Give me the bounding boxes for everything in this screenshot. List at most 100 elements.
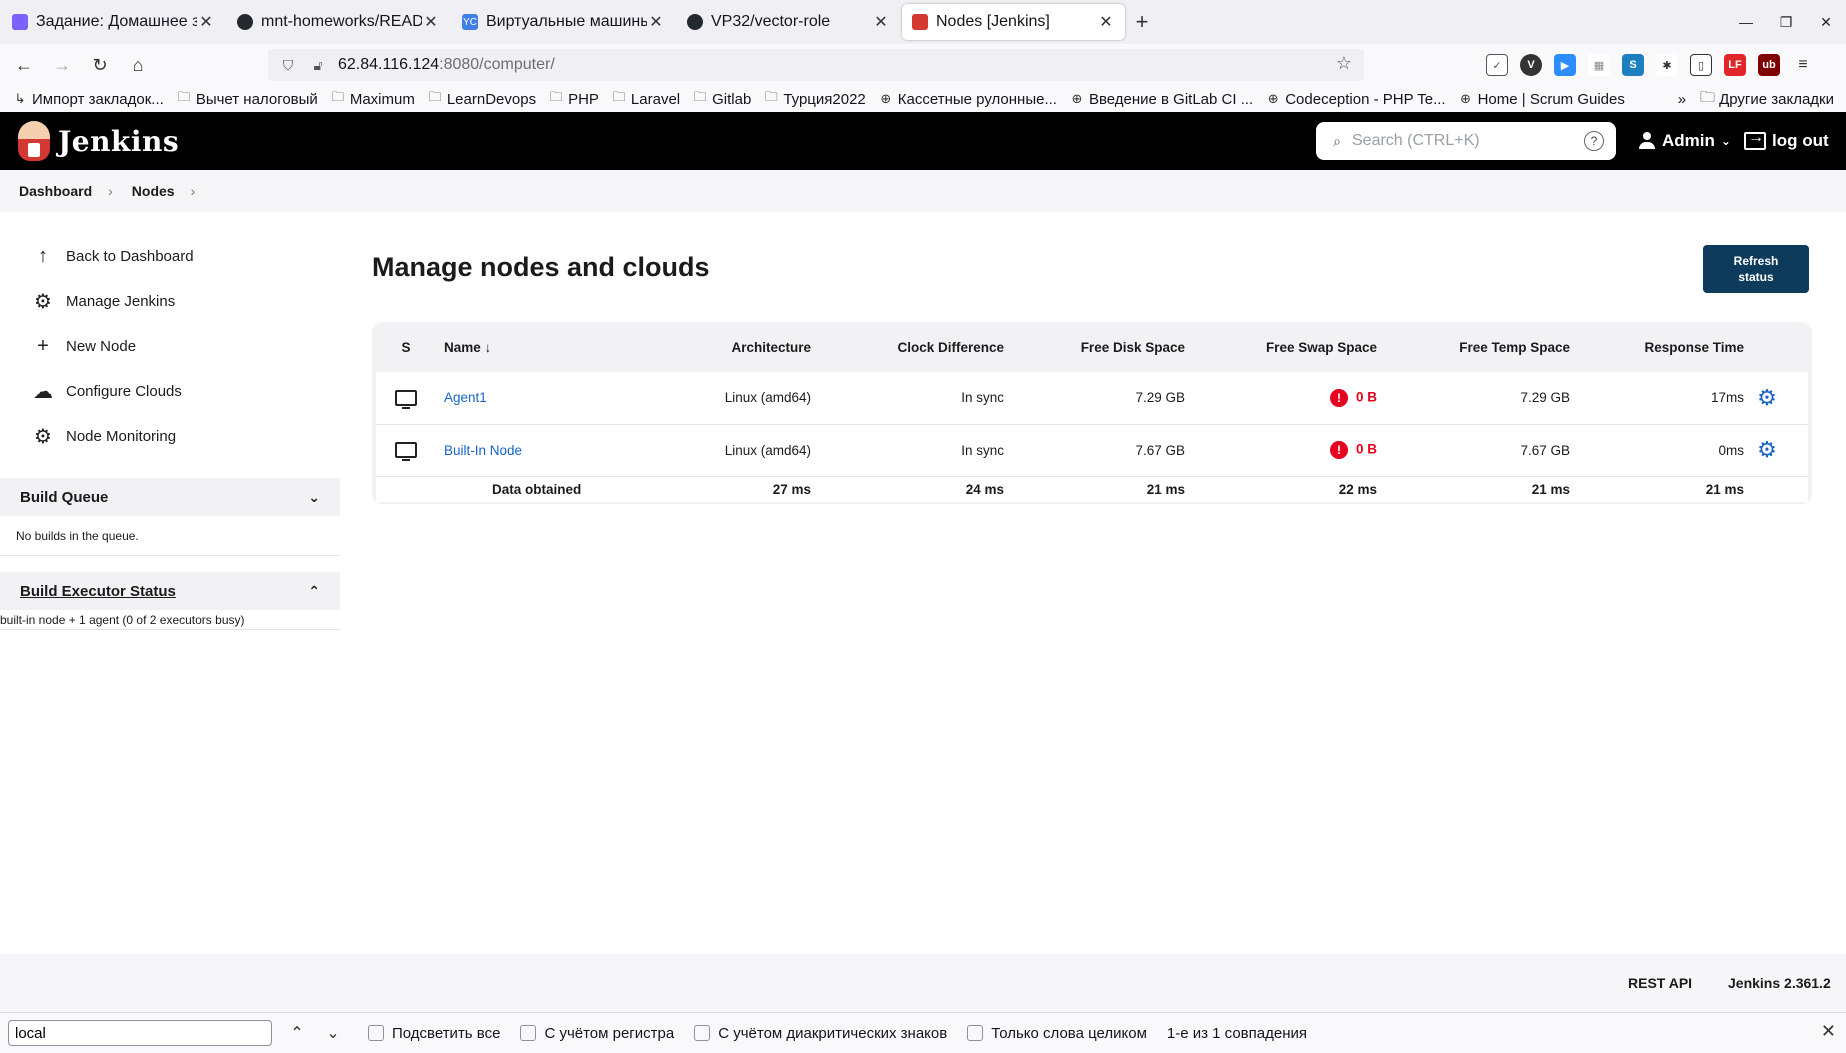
refresh-status-button[interactable]: Refresh status [1703,245,1809,293]
cell-temp: 7.29 GB [1377,372,1570,425]
forward-icon[interactable]: → [44,47,80,83]
rest-api-link[interactable]: REST API [1628,975,1692,991]
chevron-down-icon[interactable]: ⌄ [308,489,320,506]
col-header-architecture[interactable]: Architecture [661,322,811,372]
col-header-config [1744,322,1808,372]
build-queue-body: No builds in the queue. [0,516,340,556]
close-tab-icon[interactable]: ✕ [872,12,890,32]
bookmark-star-icon[interactable]: ☆ [1336,53,1352,74]
grid-extension-icon[interactable]: ▦ [1588,54,1610,76]
configure-gear-icon[interactable]: ⚙ [1756,437,1778,462]
bookmark-folder[interactable]: 🗀︎ Gitlab [692,89,752,108]
bookmark-item[interactable]: ⊕ Введение в GitLab CI ... [1069,91,1254,108]
address-bar[interactable]: ⛉ 🔓︎ 62.84.116.124:8080/computer/ ☆ [268,49,1364,81]
build-queue-header[interactable]: Build Queue ⌄ [0,478,340,516]
logout-link[interactable]: log out [1744,112,1829,170]
table-footer-row: Data obtained 27 ms 24 ms 21 ms 22 ms 21… [376,476,1808,502]
other-bookmarks[interactable]: Другие закладки [1719,91,1834,108]
bookmark-item[interactable]: ↳ Импорт закладок... [12,91,164,108]
close-tab-icon[interactable]: ✕ [1097,12,1115,32]
bookmark-folder[interactable]: 🗀︎ Maximum [330,89,415,108]
yandex-cloud-icon: YC [462,14,478,30]
close-window-icon[interactable]: ✕ [1806,0,1846,44]
browser-tab[interactable]: YC Виртуальные машины | ✕ [452,4,675,40]
node-link-built-in[interactable]: Built-In Node [444,443,522,458]
reader-extension-icon[interactable]: ▯ [1690,54,1712,76]
bookmark-folder[interactable]: 🗀︎ Laravel [611,89,680,108]
build-executor-link[interactable]: Build Executor Status [20,583,176,600]
sidebar-item-new-node[interactable]: + New Node [0,324,340,369]
browser-tab[interactable]: Задание: Домашнее зад ✕ [2,4,225,40]
vpn-extension-icon[interactable]: V [1520,54,1542,76]
bookmark-folder[interactable]: 🗀︎ Вычет налоговый [176,89,318,108]
zoom-extension-icon[interactable]: ▶ [1554,54,1576,76]
close-tab-icon[interactable]: ✕ [197,12,215,32]
breadcrumb-nodes[interactable]: Nodes [132,183,175,199]
bookmark-folder[interactable]: 🗀︎ LearnDevops [427,89,536,108]
col-header-temp[interactable]: Free Temp Space [1377,322,1570,372]
close-find-bar-icon[interactable]: ✕ [1821,1021,1836,1042]
browser-nav-bar: ← → ↻ ⌂ ⛉ 🔓︎ 62.84.116.124:8080/computer… [0,44,1846,86]
user-menu[interactable]: Admin ⌄ [1638,112,1731,170]
folder-icon: 🗀︎ [764,89,778,104]
highlight-all-checkbox[interactable]: Подсветить все [368,1025,500,1042]
col-header-response[interactable]: Response Time [1570,322,1744,372]
chevron-down-icon[interactable]: ⌄ [318,1023,348,1043]
insecure-lock-icon[interactable]: 🔓︎ [308,55,328,75]
col-header-swap[interactable]: Free Swap Space [1185,322,1377,372]
restore-icon[interactable]: ❐ [1766,0,1806,44]
bookmark-folder[interactable]: 🗀︎ Турция2022 [763,89,866,108]
find-input[interactable] [8,1020,272,1046]
reload-icon[interactable]: ↻ [82,47,118,83]
breadcrumb-dashboard[interactable]: Dashboard [19,183,92,199]
bug-extension-icon[interactable]: ✱ [1656,54,1678,76]
shield-icon[interactable]: ⛉ [278,55,298,75]
sidebar-item-back-to-dashboard[interactable]: ↑ Back to Dashboard [0,234,340,279]
configure-gear-icon[interactable]: ⚙ [1756,385,1778,410]
footer-clock: 24 ms [811,476,1004,502]
new-tab-button[interactable]: + [1125,4,1159,40]
bookmark-item[interactable]: ⊕ Codeception - PHP Te... [1265,91,1446,108]
match-diacritics-checkbox[interactable]: С учётом диакритических знаков [694,1025,947,1042]
match-case-checkbox[interactable]: С учётом регистра [520,1025,674,1042]
col-header-name[interactable]: Name ↓ [436,322,661,372]
data-obtained-label: Data obtained [436,476,661,502]
chevron-up-icon[interactable]: ⌃ [308,583,320,600]
jenkins-header: Jenkins ⌕ ? Admin ⌄ log out [0,112,1846,170]
col-header-disk[interactable]: Free Disk Space [1004,322,1185,372]
search-input[interactable] [1352,132,1584,150]
jenkins-version-link[interactable]: Jenkins 2.361.2 [1728,975,1831,991]
bookmark-item[interactable]: ⊕ Кассетные рулонные... [878,91,1057,108]
chevron-right-icon[interactable]: › [191,183,196,199]
node-link-agent1[interactable]: Agent1 [444,390,487,405]
menu-icon[interactable]: ≡ [1792,54,1814,76]
ublock-icon[interactable]: ub [1758,54,1780,76]
sidebar-item-node-monitoring[interactable]: ⚙ Node Monitoring [0,414,340,459]
cell-disk: 7.67 GB [1004,424,1185,477]
build-executor-header[interactable]: Build Executor Status ⌃ [0,572,340,610]
col-header-clock[interactable]: Clock Difference [811,322,1004,372]
browser-tab-active[interactable]: Nodes [Jenkins] ✕ [902,4,1125,40]
help-icon[interactable]: ? [1584,131,1604,151]
minimize-icon[interactable]: — [1726,0,1766,44]
back-icon[interactable]: ← [6,47,42,83]
bookmark-item[interactable]: ⊕ Home | Scrum Guides [1458,91,1625,108]
close-tab-icon[interactable]: ✕ [422,12,440,32]
chevron-double-right-icon[interactable]: » [1678,91,1686,108]
chevron-up-icon[interactable]: ⌃ [282,1023,312,1043]
browser-tab[interactable]: VP32/vector-role ✕ [677,4,900,40]
home-icon[interactable]: ⌂ [120,47,156,83]
folder-icon: 🗀︎ [549,89,563,104]
bookmark-folder[interactable]: 🗀︎ PHP [548,89,599,108]
sidebar-item-manage-jenkins[interactable]: ⚙ Manage Jenkins [0,279,340,324]
close-tab-icon[interactable]: ✕ [647,12,665,32]
screenshot-extension-icon[interactable]: S [1622,54,1644,76]
jenkins-logo-link[interactable]: Jenkins [18,121,179,161]
col-header-status[interactable]: S [376,322,436,372]
pocket-icon[interactable]: ✓ [1486,54,1508,76]
lf-extension-icon[interactable]: LF [1724,54,1746,76]
whole-words-checkbox[interactable]: Только слова целиком [967,1025,1147,1042]
sidebar-item-configure-clouds[interactable]: ☁︎ Configure Clouds [0,369,340,414]
browser-tab[interactable]: mnt-homeworks/READM ✕ [227,4,450,40]
jenkins-brand: Jenkins [58,124,180,158]
